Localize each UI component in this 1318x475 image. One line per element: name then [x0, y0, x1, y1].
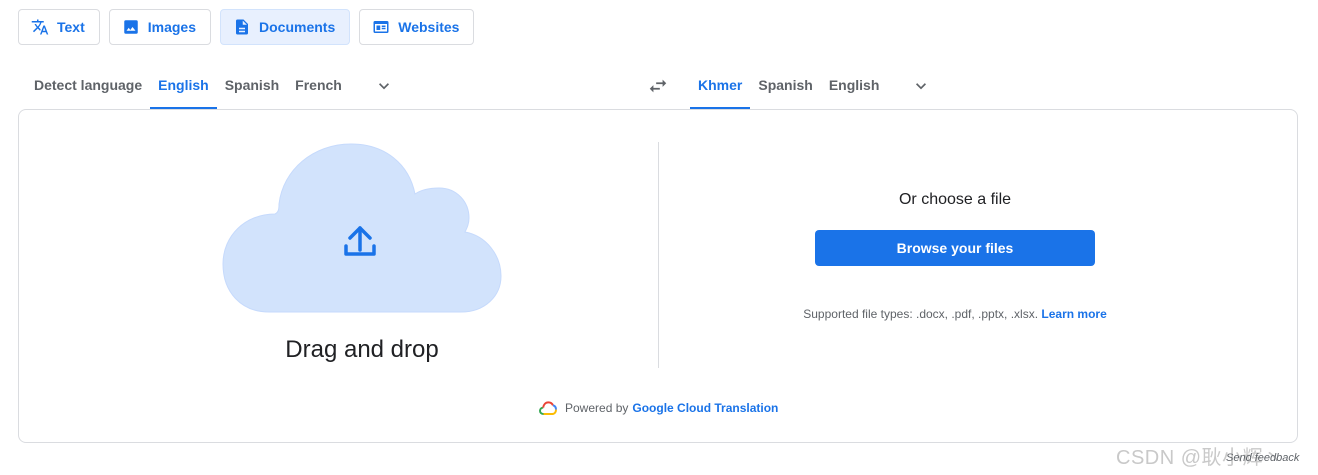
website-icon [373, 21, 389, 33]
translate-icon [31, 19, 49, 35]
choose-file-zone: Or choose a file Browse your files Suppo… [659, 110, 1299, 380]
source-lang-detect[interactable]: Detect language [26, 62, 150, 109]
tab-images[interactable]: Images [108, 9, 211, 45]
tab-images-label: Images [147, 19, 196, 35]
choose-file-title: Or choose a file [898, 191, 1012, 208]
supported-file-types: Supported file types: .docx, .pdf, .pptx… [659, 307, 1251, 321]
tab-websites[interactable]: Websites [359, 9, 475, 45]
source-lang-spanish[interactable]: Spanish [217, 62, 287, 109]
chevron-down-icon [378, 82, 389, 89]
tab-documents-label: Documents [259, 19, 336, 35]
google-cloud-logo-icon [539, 401, 557, 415]
target-more-languages-button[interactable] [901, 62, 941, 109]
powered-by-label: Powered by [565, 401, 629, 415]
chevron-down-icon [916, 82, 927, 89]
cloud-upload-icon [222, 143, 502, 313]
send-feedback-link[interactable]: Send feedback [1226, 452, 1299, 464]
mode-tabs: Text Images Documents Websites [18, 9, 475, 45]
powered-by-footer: Powered by Google Cloud Translation [539, 401, 778, 415]
tab-websites-label: Websites [398, 19, 460, 35]
google-cloud-translation-link[interactable]: Google Cloud Translation [632, 401, 778, 415]
source-lang-french[interactable]: French [287, 62, 350, 109]
target-lang-khmer[interactable]: Khmer [690, 62, 751, 109]
drop-zone[interactable]: Drag and drop [19, 110, 658, 444]
source-language-bar: Detect language English Spanish French [26, 62, 404, 109]
tab-text-label: Text [57, 19, 85, 35]
source-more-languages-button[interactable] [364, 62, 404, 109]
target-lang-spanish[interactable]: Spanish [750, 62, 820, 109]
learn-more-link[interactable]: Learn more [1041, 307, 1106, 321]
browse-files-button[interactable]: Browse your files [815, 230, 1095, 266]
document-upload-panel: Drag and drop Or choose a file Browse yo… [18, 109, 1298, 443]
tab-documents[interactable]: Documents [220, 9, 351, 45]
swap-icon [649, 79, 667, 93]
drag-and-drop-label: Drag and drop [285, 336, 439, 363]
swap-languages-button[interactable] [640, 68, 676, 104]
document-icon [236, 19, 248, 35]
supported-file-types-text: Supported file types: .docx, .pdf, .pptx… [803, 307, 1039, 321]
image-icon [124, 20, 138, 34]
target-lang-english[interactable]: English [821, 62, 888, 109]
source-lang-english[interactable]: English [150, 62, 217, 109]
target-language-bar: Khmer Spanish English [690, 62, 941, 109]
tab-text[interactable]: Text [18, 9, 100, 45]
